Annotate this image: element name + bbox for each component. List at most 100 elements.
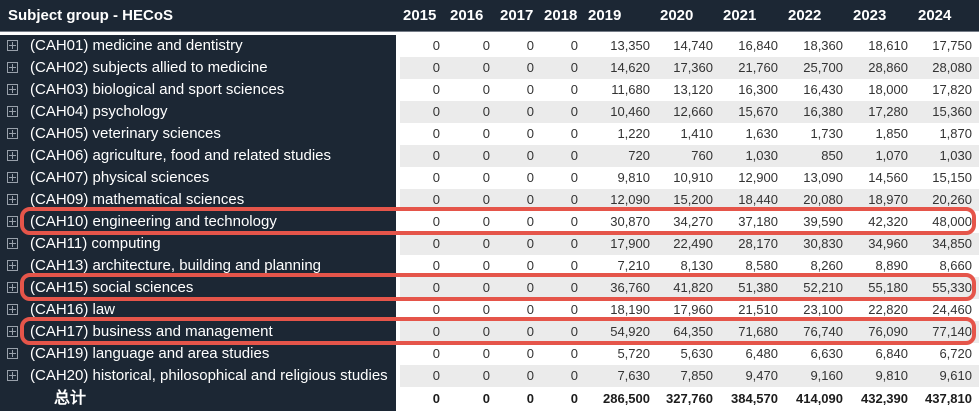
cell-2019: 17,900	[610, 236, 650, 251]
cell-2023: 22,820	[868, 302, 908, 317]
expand-plus-icon[interactable]	[7, 238, 18, 249]
cell-2023: 14,560	[868, 170, 908, 185]
expand-plus-icon[interactable]	[7, 150, 18, 161]
expand-plus-icon[interactable]	[7, 194, 18, 205]
cell-2016: 0	[482, 214, 490, 229]
cell-2015: 0	[432, 104, 440, 119]
row-label: (CAH10) engineering and technology	[26, 211, 400, 233]
table-row[interactable]: (CAH01) medicine and dentistry 0 0 0 0 13,350…	[0, 35, 979, 57]
expand-plus-icon[interactable]	[7, 260, 18, 271]
year-header-2015[interactable]: 2015	[400, 0, 447, 31]
cell-2017: 0	[526, 82, 534, 97]
table-row[interactable]: (CAH16) law 0 0 0 0 18,190 17,960 21,510 23,100 2…	[0, 299, 979, 321]
table-row[interactable]: (CAH15) social sciences 0 0 0 0 36,760 41,820 5…	[0, 277, 979, 299]
cell-2018: 0	[570, 280, 578, 295]
year-header-2024[interactable]: 2024	[915, 0, 979, 31]
table-row[interactable]: (CAH09) mathematical sciences 0 0 0 0 12,090 1…	[0, 189, 979, 211]
total-row[interactable]: 总计 0 0 0 0 286,500 327,760 384,570 414,090 432,39…	[0, 387, 979, 411]
expand-plus-icon[interactable]	[7, 40, 18, 51]
expand-plus-icon[interactable]	[7, 172, 18, 183]
cell-2024: 28,080	[932, 60, 972, 75]
expand-plus-icon[interactable]	[7, 84, 18, 95]
cell-2019: 11,680	[611, 82, 650, 97]
cell-2016: 0	[482, 82, 490, 97]
cell-2021: 71,680	[738, 324, 778, 339]
cell-2024: 437,810	[925, 391, 972, 406]
cell-2015: 0	[432, 346, 440, 361]
cell-2017: 0	[526, 192, 534, 207]
cell-2022: 6,630	[810, 346, 843, 361]
table-row[interactable]: (CAH13) architecture, building and plann…	[0, 255, 979, 277]
expand-cell	[0, 299, 26, 321]
cell-2023: 42,320	[868, 214, 908, 229]
expand-cell	[0, 387, 26, 411]
cell-2023: 76,090	[868, 324, 908, 339]
year-header-2017[interactable]: 2017	[497, 0, 541, 31]
table-row[interactable]: (CAH03) biological and sport sciences 0 0 0…	[0, 79, 979, 101]
cell-2021: 16,840	[738, 38, 778, 53]
expand-plus-icon[interactable]	[7, 62, 18, 73]
cell-2019: 30,870	[610, 214, 650, 229]
cell-2021: 1,630	[745, 126, 778, 141]
cell-2017: 0	[526, 391, 534, 406]
cell-2020: 5,630	[680, 346, 713, 361]
cell-2015: 0	[432, 391, 440, 406]
table-row[interactable]: (CAH19) language and area studies 0 0 0 0 5,7…	[0, 343, 979, 365]
cell-2024: 34,850	[932, 236, 972, 251]
table-row[interactable]: (CAH10) engineering and technology 0 0 0 0 30…	[0, 211, 979, 233]
cell-2018: 0	[570, 368, 578, 383]
cell-2024: 24,460	[932, 302, 972, 317]
cell-2022: 8,260	[810, 258, 843, 273]
cell-2018: 0	[570, 82, 578, 97]
expand-plus-icon[interactable]	[7, 216, 18, 227]
row-label: (CAH11) computing	[26, 233, 400, 255]
cell-2017: 0	[526, 236, 534, 251]
cell-2018: 0	[570, 170, 578, 185]
table-row[interactable]: (CAH20) historical, philosophical and re…	[0, 365, 979, 387]
expand-plus-icon[interactable]	[7, 304, 18, 315]
cell-2023: 432,390	[861, 391, 908, 406]
cell-2023: 17,280	[868, 104, 908, 119]
cell-2023: 55,180	[868, 280, 908, 295]
cell-2019: 14,620	[610, 60, 650, 75]
cell-2023: 18,610	[868, 38, 908, 53]
corner-header[interactable]: Subject group - HECoS	[0, 0, 400, 31]
table-row[interactable]: (CAH02) subjects allied to medicine 0 0 0 0 1…	[0, 57, 979, 79]
cell-2015: 0	[432, 214, 440, 229]
expand-plus-icon[interactable]	[7, 326, 18, 337]
cell-2023: 18,970	[868, 192, 908, 207]
expand-plus-icon[interactable]	[7, 128, 18, 139]
year-header-2018[interactable]: 2018	[541, 0, 585, 31]
cell-2024: 17,750	[932, 38, 972, 53]
expand-plus-icon[interactable]	[7, 106, 18, 117]
cell-2018: 0	[570, 60, 578, 75]
row-label: (CAH15) social sciences	[26, 277, 400, 299]
table-row[interactable]: (CAH07) physical sciences 0 0 0 0 9,810 10,910…	[0, 167, 979, 189]
cell-2021: 6,480	[745, 346, 778, 361]
year-header-2016[interactable]: 2016	[447, 0, 497, 31]
year-header-2022[interactable]: 2022	[785, 0, 850, 31]
expand-plus-icon[interactable]	[7, 282, 18, 293]
year-header-2019[interactable]: 2019	[585, 0, 657, 31]
table-row[interactable]: (CAH11) computing 0 0 0 0 17,900 22,490 28,170 3…	[0, 233, 979, 255]
table-row[interactable]: (CAH05) veterinary sciences 0 0 0 0 1,220 1,41…	[0, 123, 979, 145]
expand-cell	[0, 233, 26, 255]
row-label: (CAH16) law	[26, 299, 400, 321]
expand-cell	[0, 321, 26, 343]
expand-plus-icon[interactable]	[7, 370, 18, 381]
table-row[interactable]: (CAH04) psychology 0 0 0 0 10,460 12,660 15,670…	[0, 101, 979, 123]
cell-2016: 0	[482, 170, 490, 185]
cell-2015: 0	[432, 38, 440, 53]
year-header-2020[interactable]: 2020	[657, 0, 720, 31]
table-row[interactable]: (CAH06) agriculture, food and related st…	[0, 145, 979, 167]
expand-cell	[0, 211, 26, 233]
cell-2024: 1,870	[939, 126, 972, 141]
year-header-2023[interactable]: 2023	[850, 0, 915, 31]
table-row[interactable]: (CAH17) business and management 0 0 0 0 54,92…	[0, 321, 979, 343]
cell-2017: 0	[526, 60, 534, 75]
expand-plus-icon[interactable]	[7, 348, 18, 359]
cell-2024: 6,720	[939, 346, 972, 361]
cell-2016: 0	[482, 148, 490, 163]
year-header-2021[interactable]: 2021	[720, 0, 785, 31]
cell-2020: 327,760	[666, 391, 713, 406]
